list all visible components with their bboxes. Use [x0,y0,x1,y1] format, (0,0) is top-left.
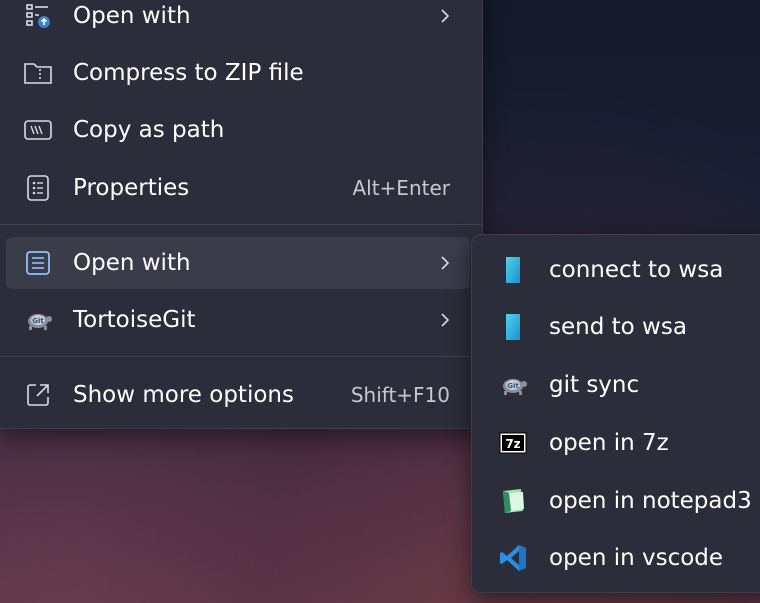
submenu-item-label: send to wsa [549,314,687,340]
submenu-item-label: open in notepad3 [549,488,752,514]
menu-item-open-with[interactable]: Open with [6,237,470,289]
menu-item-label: Compress to ZIP file [73,60,304,86]
menu-item-tortoisegit[interactable]: Git TortoiseGit [6,294,470,346]
copy-path-icon [23,115,53,145]
menu-item-label: Copy as path [73,117,225,143]
wsa-icon [498,255,528,285]
tortoisegit-icon: Git [23,305,53,335]
svg-text:Git: Git [507,382,519,390]
tortoisegit-icon: Git [498,370,528,400]
submenu-open-with: connect to wsa send to wsa Git git sync [471,234,760,593]
document-lines-icon [23,248,53,278]
submenu-item-connect-wsa[interactable]: connect to wsa [472,244,760,296]
menu-divider [0,224,482,225]
submenu-item-open-vscode[interactable]: open in vscode [472,532,760,584]
submenu-item-label: connect to wsa [549,257,724,283]
shortcut-label: Shift+F10 [350,383,450,407]
menu-item-copy-as-path[interactable]: Copy as path [6,104,470,156]
submenu-item-label: git sync [549,372,640,398]
context-menu: Open with Compress to ZIP file Copy as p… [0,0,483,429]
zip-folder-icon [23,58,53,88]
menu-item-open-with-top[interactable]: Open with [6,0,470,42]
menu-item-properties[interactable]: Properties Alt+Enter [6,162,470,214]
chevron-right-icon [438,252,452,274]
chevron-right-icon [438,309,452,331]
menu-item-compress-zip[interactable]: Compress to ZIP file [6,47,470,99]
menu-item-label: TortoiseGit [73,307,196,333]
menu-item-label: Open with [73,250,191,276]
submenu-item-label: open in vscode [549,545,724,571]
submenu-item-open-notepad3[interactable]: open in notepad3 [472,475,760,527]
notepad3-icon [498,486,528,516]
chevron-right-icon [438,5,452,27]
svg-text:Git: Git [32,317,44,325]
submenu-item-send-wsa[interactable]: send to wsa [472,301,760,353]
shortcut-label: Alt+Enter [352,176,450,200]
submenu-item-label: open in 7z [549,430,669,456]
submenu-item-open-7z[interactable]: 7z open in 7z [472,417,760,469]
menu-item-label: Properties [73,175,190,201]
svg-text:7z: 7z [505,437,520,451]
menu-divider [0,356,482,357]
vscode-icon [498,543,528,573]
menu-item-label: Show more options [73,382,294,408]
open-with-icon [23,1,53,31]
menu-item-show-more-options[interactable]: Show more options Shift+F10 [6,369,470,421]
wsa-icon [498,312,528,342]
menu-item-label: Open with [73,3,191,29]
external-link-icon [23,380,53,410]
submenu-item-git-sync[interactable]: Git git sync [472,359,760,411]
7zip-icon: 7z [498,428,528,458]
properties-icon [23,173,53,203]
